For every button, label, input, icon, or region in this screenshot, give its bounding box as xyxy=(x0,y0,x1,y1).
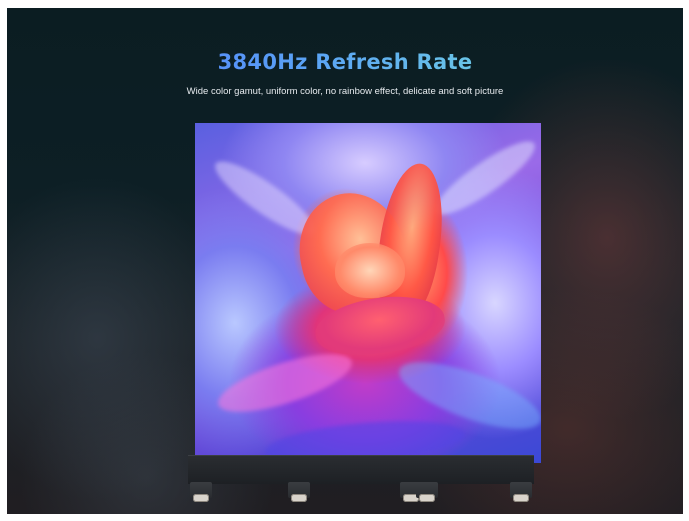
light-streak xyxy=(427,131,541,225)
led-display-panel-image xyxy=(195,123,541,463)
stand-foot xyxy=(190,482,212,502)
page-title: 3840Hz Refresh Rate xyxy=(7,50,683,74)
page-subtitle: Wide color gamut, uniform color, no rain… xyxy=(186,86,504,97)
flower-center xyxy=(335,243,405,298)
stand-foot xyxy=(288,482,310,502)
stand-foot xyxy=(510,482,532,502)
hero-banner: 3840Hz Refresh Rate Wide color gamut, un… xyxy=(7,8,683,514)
display-stand-base xyxy=(188,455,534,484)
stand-foot xyxy=(416,482,438,502)
light-streak xyxy=(212,342,358,424)
